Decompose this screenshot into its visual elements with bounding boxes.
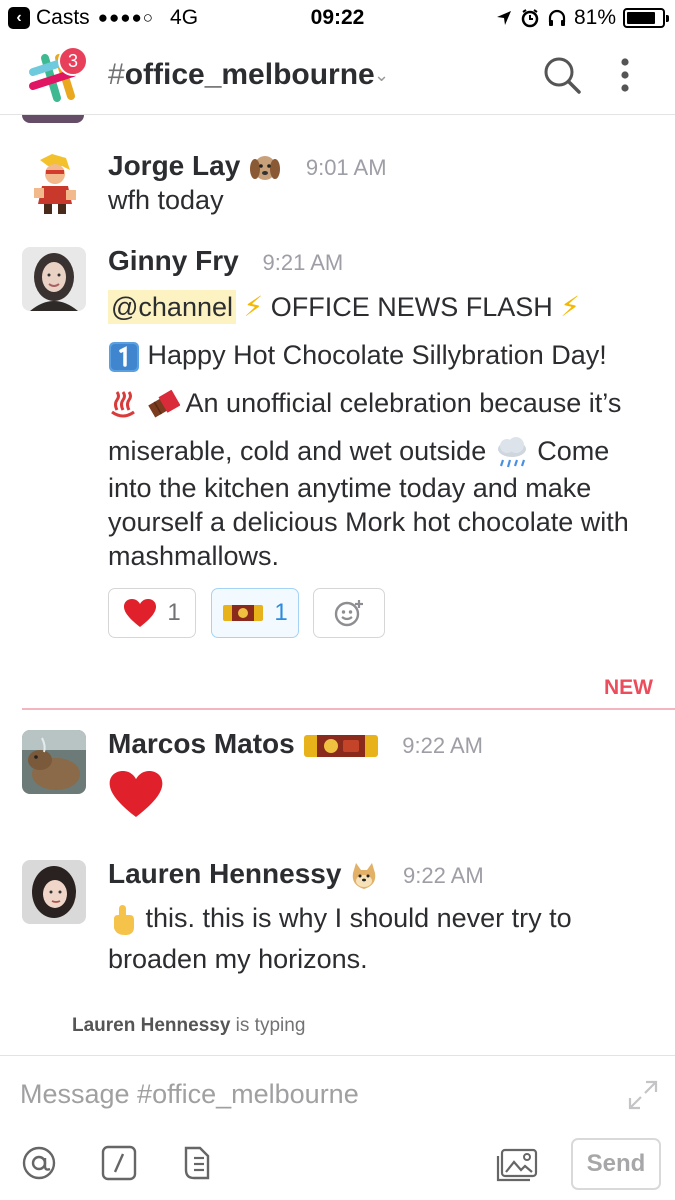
channel-name: office_melbourne (124, 58, 375, 91)
battery-icon (623, 8, 669, 28)
channel-hash: # (108, 58, 125, 91)
message-lauren-hennessy: Lauren Hennessy 9:22 AM this. this is wh… (0, 858, 675, 978)
add-reaction-button[interactable] (313, 588, 385, 638)
message-composer: Send (0, 1055, 675, 1200)
message-author-row: Marcos Matos 9:22 AM (108, 728, 483, 760)
channel-mention[interactable]: @channel (108, 290, 236, 324)
author-name[interactable]: Jorge Lay (108, 150, 240, 181)
message-jorge-lay: Jorge Lay 9:01 AM wfh today (0, 150, 675, 230)
message-author-row: Jorge Lay 9:01 AM (108, 150, 387, 184)
reaction-mork-chocolate[interactable]: 1 (211, 588, 299, 638)
message-line: @channel ⚡ OFFICE NEWS FLASH ⚡ (108, 283, 668, 331)
slash-command-icon[interactable] (100, 1144, 138, 1182)
chevron-down-icon[interactable]: ⌄ (374, 65, 389, 86)
new-messages-divider (22, 708, 675, 710)
author-name[interactable]: Lauren Hennessy (108, 858, 341, 889)
mention-icon[interactable] (20, 1144, 58, 1182)
message-ginny-fry: Ginny Fry 9:21 AM @channel ⚡ OFFICE NEWS… (0, 245, 675, 645)
avatar[interactable] (22, 730, 86, 794)
author-name[interactable]: Ginny Fry (108, 245, 239, 276)
typing-user: Lauren Hennessy (72, 1015, 231, 1036)
mork-chocolate-emoji-icon (223, 605, 264, 621)
more-options-icon[interactable] (608, 55, 642, 95)
announcement-paragraph: into the kitchen anytime today and make … (108, 473, 629, 571)
channel-title[interactable]: #office_melbourne (108, 58, 375, 92)
lightning-emoji-icon: ⚡ (243, 291, 264, 322)
avatar[interactable] (22, 247, 86, 311)
dog-emoji-icon (250, 155, 281, 180)
message-marcos-matos: Marcos Matos 9:22 AM (0, 728, 675, 828)
news-headline: OFFICE NEWS FLASH (270, 292, 553, 322)
message-line: An unofficial celebration because it’s (108, 379, 668, 427)
notification-badge[interactable]: 3 (58, 46, 88, 76)
heart-emoji-icon (109, 770, 163, 818)
keycap-one-emoji-icon (109, 341, 139, 372)
point-up-emoji-icon (114, 904, 134, 935)
new-messages-label: NEW (604, 676, 653, 699)
battery-percent: 81% (573, 6, 616, 29)
message-text: this. this is why I should never try to … (108, 898, 668, 980)
avatar[interactable] (22, 860, 86, 924)
message-time[interactable]: 9:01 AM (306, 155, 387, 180)
message-line: Happy Hot Chocolate Sillybration Day! (108, 331, 668, 379)
doge-emoji-icon (352, 862, 376, 889)
expand-composer-icon[interactable] (626, 1078, 660, 1112)
reaction-heart[interactable]: 1 (108, 588, 196, 638)
lightning-emoji-icon: ⚡ (560, 291, 580, 322)
avatar[interactable] (22, 152, 86, 216)
photo-gallery-icon[interactable] (494, 1144, 540, 1182)
message-author-row: Lauren Hennessy 9:22 AM (108, 858, 484, 891)
battery-fill (627, 12, 655, 24)
status-bar: ‹ Casts ●●●●○ 4G 09:22 81% (0, 0, 675, 38)
send-button[interactable]: Send (571, 1138, 661, 1190)
announcement-line: An unofficial celebration because it’s (185, 388, 622, 418)
message-text: @channel ⚡ OFFICE NEWS FLASH ⚡ Happy Hot… (108, 283, 668, 573)
announcement-line: Happy Hot Chocolate Sillybration Day! (147, 340, 607, 370)
heart-emoji-icon (124, 599, 157, 627)
message-time[interactable]: 9:21 AM (262, 250, 343, 275)
message-text: wfh today (108, 185, 224, 215)
typing-indicator: Lauren Hennessy is typing (72, 1015, 305, 1037)
author-name[interactable]: Marcos Matos (108, 728, 295, 759)
reaction-count: 1 (167, 599, 181, 626)
reaction-count: 1 (274, 599, 288, 626)
attach-file-icon[interactable] (178, 1144, 216, 1182)
typing-suffix: is typing (230, 1015, 306, 1036)
mork-chocolate-emoji-icon (303, 734, 378, 757)
message-line: miserable, cold and wet outside Come (108, 427, 668, 475)
message-author-row: Ginny Fry 9:21 AM (108, 245, 343, 277)
message-input[interactable] (20, 1074, 600, 1114)
rain-cloud-emoji-icon (497, 436, 526, 468)
channel-header: 3 #office_melbourne ⌄ (0, 38, 675, 115)
headphones-icon (548, 9, 566, 26)
add-reaction-icon (334, 600, 363, 627)
location-arrow-icon (496, 11, 511, 25)
chocolate-bar-emoji-icon (147, 389, 180, 418)
announcement-line: miserable, cold and wet outside (108, 436, 487, 466)
message-time[interactable]: 9:22 AM (402, 733, 483, 758)
previous-message-avatar-edge (22, 115, 84, 123)
alarm-icon (521, 9, 539, 28)
message-time[interactable]: 9:22 AM (403, 863, 484, 888)
status-right: 81% (495, 6, 669, 30)
hot-springs-emoji-icon (111, 390, 135, 418)
message-text-content: this. this is why I should never try to … (108, 903, 572, 974)
search-icon[interactable] (542, 55, 582, 95)
announcement-line: Come (537, 436, 610, 466)
